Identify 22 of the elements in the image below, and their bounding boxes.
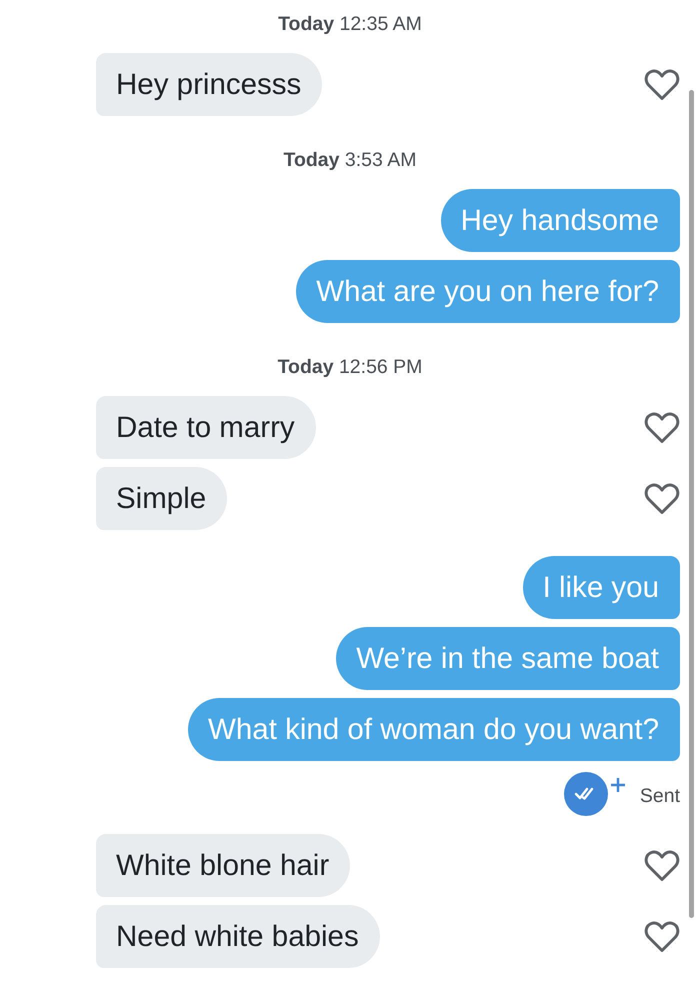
double-check-icon[interactable]	[564, 772, 608, 816]
plus-icon[interactable]	[610, 778, 625, 792]
message-bubble: White blone hair	[96, 834, 350, 897]
heart-icon[interactable]	[644, 412, 680, 444]
message-bubble: I like you	[522, 556, 680, 619]
timestamp: Today 12:56 PM	[278, 355, 422, 379]
message-bubble: Simple	[96, 467, 228, 530]
heart-icon[interactable]	[644, 482, 680, 514]
message-bubble: Hey princesss	[96, 53, 322, 116]
timestamp: Today 12:35 AM	[278, 12, 422, 36]
heart-icon[interactable]	[644, 920, 680, 952]
heart-icon[interactable]	[644, 850, 680, 882]
scrollbar[interactable]	[689, 90, 694, 918]
message-bubble: We’re in the same boat	[336, 627, 680, 690]
message-bubble: What kind of woman do you want?	[188, 698, 680, 761]
heart-icon[interactable]	[644, 68, 680, 100]
timestamp: Today 3:53 AM	[284, 148, 416, 172]
message-bubble: Date to marry	[96, 396, 316, 459]
delivery-status: Sent	[640, 784, 680, 808]
message-bubble: What are you on here for?	[296, 260, 680, 323]
message-bubble: Hey handsome	[440, 189, 680, 252]
message-bubble: Need white babies	[96, 905, 380, 968]
